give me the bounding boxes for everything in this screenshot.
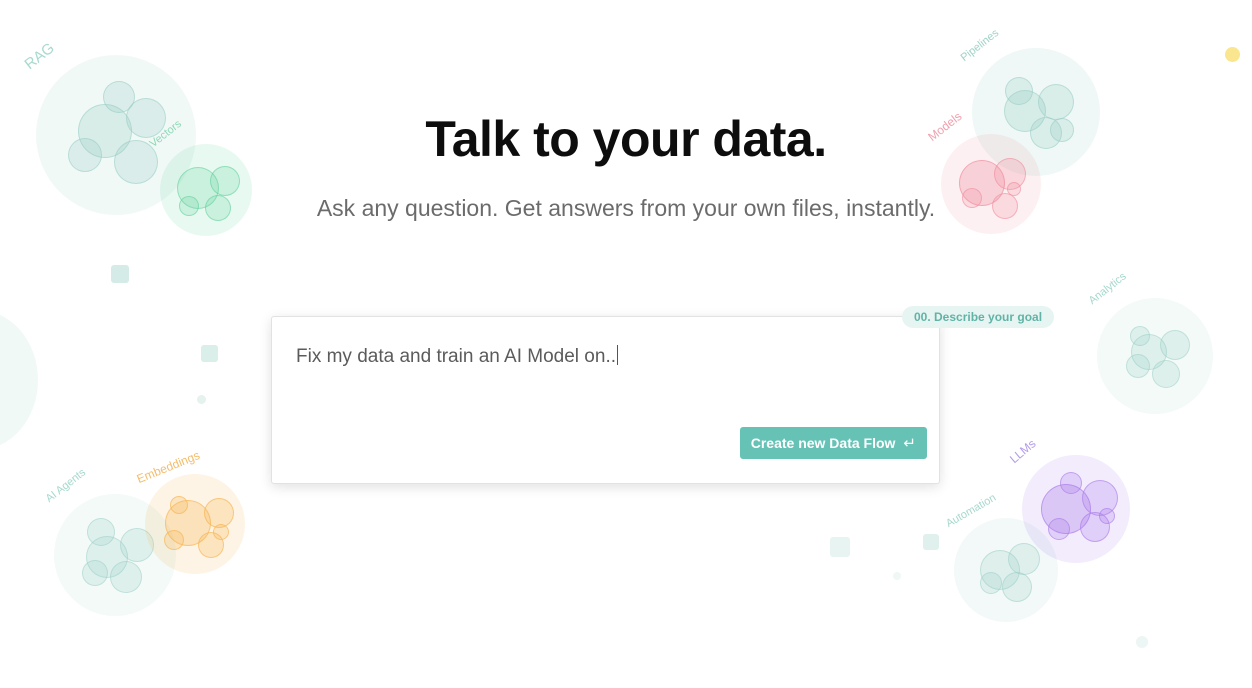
prompt-input-value: Fix my data and train an AI Model on.. xyxy=(296,346,617,367)
step-badge: 00. Describe your goal xyxy=(902,306,1055,328)
floating-dot xyxy=(197,395,206,404)
ai-agents-bubble xyxy=(87,518,115,546)
floating-dot xyxy=(1136,636,1148,648)
create-data-flow-button[interactable]: Create new Data Flow ↵ xyxy=(739,427,927,459)
analytics-bubble xyxy=(1160,330,1190,360)
topic-label-llms: LLMs xyxy=(1007,436,1039,466)
analytics-bubble xyxy=(1152,360,1180,388)
embeddings-bubble xyxy=(213,524,229,540)
analytics-bubble xyxy=(1130,326,1150,346)
llms-bubble xyxy=(1099,508,1115,524)
topic-label-analytics: Analytics xyxy=(1086,270,1129,307)
topic-label-ai-agents: AI Agents xyxy=(43,466,89,505)
page-subtitle: Ask any question. Get answers from your … xyxy=(316,195,936,221)
embeddings-bubble xyxy=(170,496,188,514)
page-title: Talk to your data. xyxy=(425,111,827,167)
landing-page: RAG Vectors Pipelines Models Analytics A… xyxy=(0,0,1252,688)
prompt-input[interactable]: Fix my data and train an AI Model on.. xyxy=(296,345,619,368)
partial-bubble-cluster xyxy=(0,310,38,450)
automation-bubble xyxy=(980,572,1002,594)
create-data-flow-label: Create new Data Flow xyxy=(750,435,896,451)
prompt-card[interactable]: Fix my data and train an AI Model on.. C… xyxy=(271,316,940,484)
floating-square xyxy=(201,345,218,362)
automation-bubble xyxy=(1002,572,1032,602)
floating-square xyxy=(830,537,850,557)
floating-dot xyxy=(893,572,901,580)
pipelines-bubble xyxy=(1005,77,1033,105)
vectors-bubble xyxy=(210,166,240,196)
floating-square xyxy=(923,534,939,550)
analytics-bubble xyxy=(1126,354,1150,378)
floating-square xyxy=(111,265,129,283)
enter-icon: ↵ xyxy=(903,434,916,452)
text-caret xyxy=(617,345,619,365)
llms-bubble xyxy=(1048,518,1070,540)
floating-dot xyxy=(1225,47,1240,62)
automation-bubble xyxy=(1008,543,1040,575)
llms-bubble xyxy=(1060,472,1082,494)
ai-agents-bubble xyxy=(110,561,142,593)
topic-label-pipelines: Pipelines xyxy=(958,27,1002,65)
models-bubble xyxy=(1007,182,1021,196)
ai-agents-bubble xyxy=(82,560,108,586)
topic-label-rag: RAG xyxy=(21,39,58,73)
embeddings-bubble xyxy=(164,530,184,550)
